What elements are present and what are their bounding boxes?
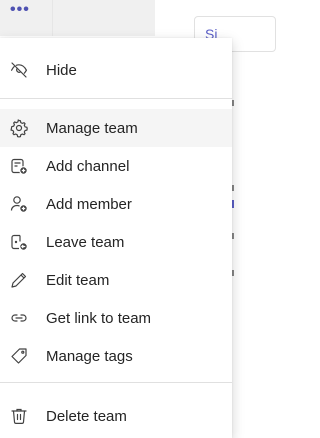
menu-item-label: Add member bbox=[46, 195, 132, 213]
menu-item-add-member[interactable]: Add member bbox=[0, 185, 232, 223]
menu-item-manage-team[interactable]: Manage team bbox=[0, 109, 232, 147]
add-member-icon bbox=[8, 193, 30, 215]
background-fragment bbox=[232, 200, 234, 208]
menu-item-label: Leave team bbox=[46, 233, 125, 251]
menu-item-label: Delete team bbox=[46, 407, 127, 425]
team-list-header: ••• bbox=[0, 0, 155, 36]
background-fragment bbox=[232, 270, 234, 276]
add-channel-icon bbox=[8, 155, 30, 177]
menu-item-label: Add channel bbox=[46, 157, 130, 175]
hide-icon bbox=[8, 59, 30, 81]
leave-team-icon bbox=[8, 231, 30, 253]
menu-item-get-link[interactable]: Get link to team bbox=[0, 299, 232, 337]
team-context-menu: Hide Manage team Add channel Add member … bbox=[0, 38, 232, 438]
menu-item-delete-team[interactable]: Delete team bbox=[0, 397, 232, 435]
link-icon bbox=[8, 307, 30, 329]
more-options-icon[interactable]: ••• bbox=[10, 2, 32, 18]
background-fragment bbox=[232, 100, 234, 106]
menu-separator bbox=[0, 98, 232, 99]
gear-icon bbox=[8, 117, 30, 139]
divider bbox=[52, 0, 53, 36]
menu-item-add-channel[interactable]: Add channel bbox=[0, 147, 232, 185]
menu-item-manage-tags[interactable]: Manage tags bbox=[0, 337, 232, 375]
background-fragment bbox=[232, 233, 234, 239]
menu-item-leave-team[interactable]: Leave team bbox=[0, 223, 232, 261]
trash-icon bbox=[8, 405, 30, 427]
menu-separator bbox=[0, 382, 232, 383]
menu-item-label: Hide bbox=[46, 61, 77, 79]
menu-item-label: Manage tags bbox=[46, 347, 133, 365]
menu-item-edit-team[interactable]: Edit team bbox=[0, 261, 232, 299]
menu-item-label: Manage team bbox=[46, 119, 138, 137]
background-fragment bbox=[232, 185, 234, 191]
pencil-icon bbox=[8, 269, 30, 291]
menu-item-label: Get link to team bbox=[46, 309, 152, 327]
tag-icon bbox=[8, 345, 30, 367]
menu-item-hide[interactable]: Hide bbox=[0, 51, 232, 89]
menu-item-label: Edit team bbox=[46, 271, 110, 289]
